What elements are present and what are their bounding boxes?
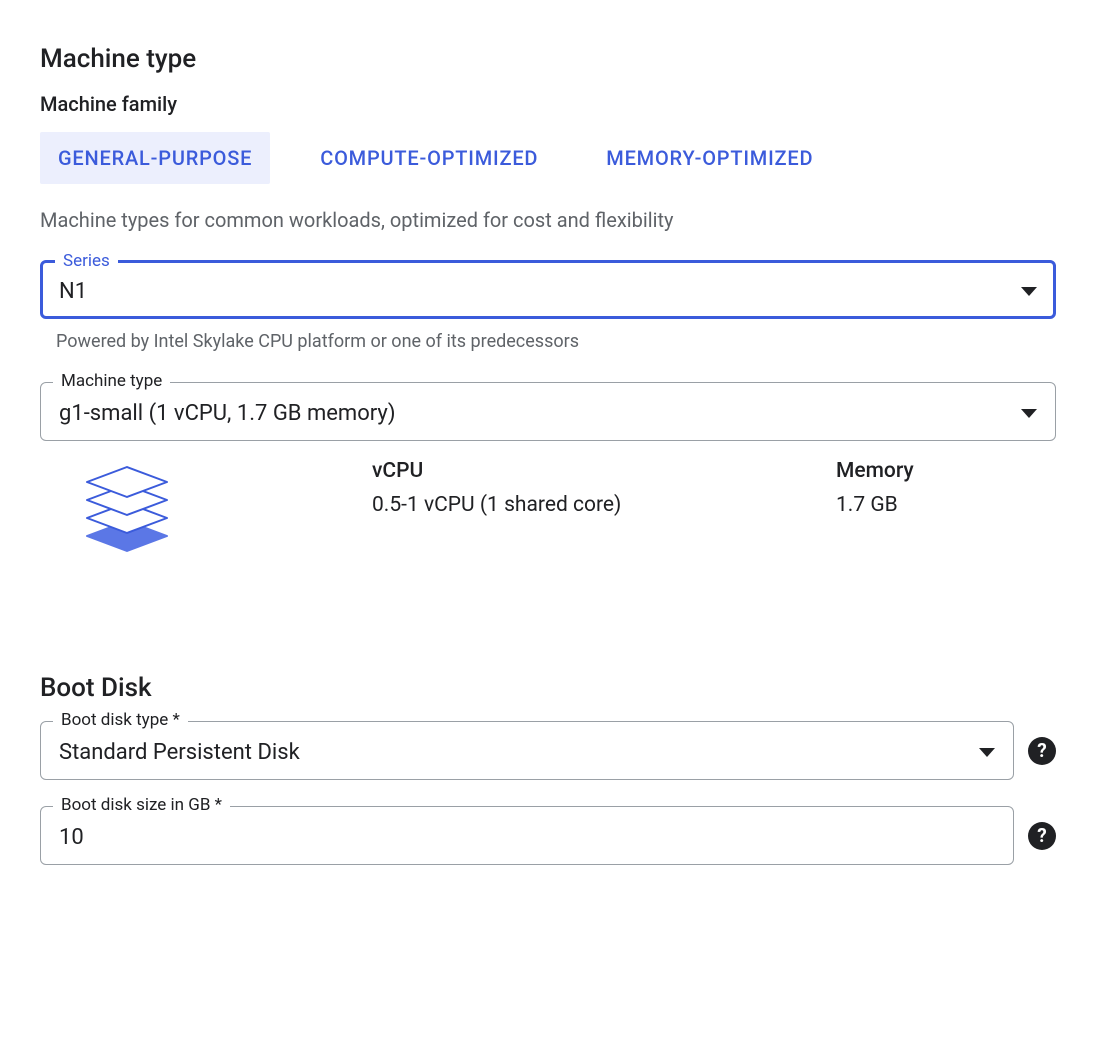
boot-disk-size-input[interactable] (59, 825, 995, 850)
tab-memory-optimized[interactable]: MEMORY-OPTIMIZED (588, 132, 831, 184)
series-label: Series (55, 251, 118, 271)
help-icon[interactable]: ? (1028, 822, 1056, 850)
chevron-down-icon (1021, 409, 1037, 418)
boot-disk-heading: Boot Disk (40, 673, 1056, 703)
boot-disk-section: Boot Disk Boot disk type * Standard Pers… (40, 673, 1056, 865)
machine-type-label: Machine type (53, 371, 170, 391)
tab-general-purpose[interactable]: GENERAL-PURPOSE (40, 132, 270, 184)
boot-disk-type-select[interactable]: Boot disk type * Standard Persistent Dis… (40, 721, 1014, 780)
boot-disk-type-label: Boot disk type * (53, 710, 188, 730)
stack-icon (72, 459, 272, 583)
machine-type-section: Machine type Machine family GENERAL-PURP… (40, 44, 1056, 583)
series-value: N1 (59, 279, 87, 304)
series-select[interactable]: Series N1 (40, 260, 1056, 319)
chevron-down-icon (1021, 287, 1037, 296)
boot-disk-size-field[interactable]: Boot disk size in GB * (40, 806, 1014, 865)
machine-family-heading: Machine family (40, 92, 1056, 116)
machine-family-tabs: GENERAL-PURPOSE COMPUTE-OPTIMIZED MEMORY… (40, 132, 1056, 184)
help-icon[interactable]: ? (1028, 737, 1056, 765)
machine-type-select[interactable]: Machine type g1-small (1 vCPU, 1.7 GB me… (40, 382, 1056, 441)
memory-label: Memory (836, 459, 1056, 483)
machine-family-description: Machine types for common workloads, opti… (40, 208, 1056, 232)
machine-type-value: g1-small (1 vCPU, 1.7 GB memory) (59, 401, 395, 426)
vcpu-label: vCPU (372, 459, 836, 483)
vcpu-value: 0.5-1 vCPU (1 shared core) (372, 493, 836, 517)
boot-disk-size-label: Boot disk size in GB * (53, 795, 230, 815)
tab-compute-optimized[interactable]: COMPUTE-OPTIMIZED (302, 132, 556, 184)
machine-specs: vCPU 0.5-1 vCPU (1 shared core) Memory 1… (40, 459, 1056, 583)
series-helper-text: Powered by Intel Skylake CPU platform or… (56, 331, 1056, 352)
memory-value: 1.7 GB (836, 493, 1056, 517)
boot-disk-type-value: Standard Persistent Disk (59, 740, 300, 765)
chevron-down-icon (979, 748, 995, 757)
machine-type-heading: Machine type (40, 44, 1056, 74)
